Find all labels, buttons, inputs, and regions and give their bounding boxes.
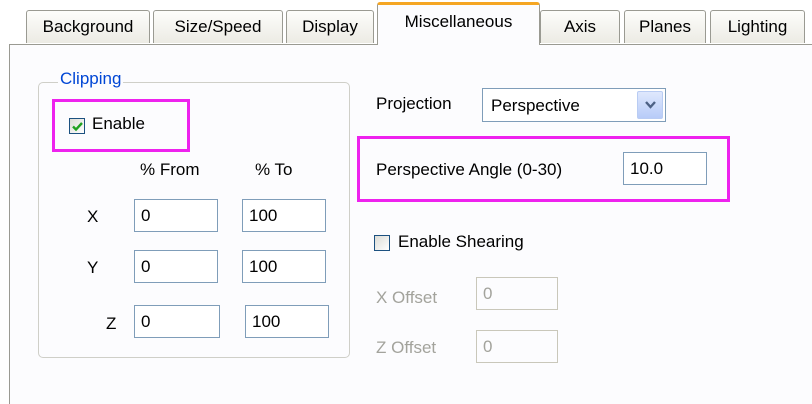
tab-size-speed[interactable]: Size/Speed bbox=[153, 10, 283, 43]
z-offset-input[interactable]: 0 bbox=[476, 330, 558, 363]
column-header-from: % From bbox=[140, 160, 200, 179]
x-offset-label: X Offset bbox=[376, 288, 438, 307]
axis-label-y: Y bbox=[87, 258, 99, 277]
tab-display[interactable]: Display bbox=[286, 10, 374, 43]
enable-shearing-label[interactable]: Enable Shearing bbox=[398, 232, 524, 252]
y-from-input[interactable]: 0 bbox=[134, 250, 218, 283]
x-from-input[interactable]: 0 bbox=[134, 199, 218, 232]
projection-label: Projection bbox=[376, 94, 452, 113]
axis-label-z: Z bbox=[106, 314, 117, 333]
perspective-angle-highlight-box bbox=[357, 136, 730, 202]
z-to-input[interactable]: 100 bbox=[245, 305, 329, 338]
tab-planes[interactable]: Planes bbox=[624, 10, 706, 43]
tab-background[interactable]: Background bbox=[26, 10, 150, 43]
enable-highlight-box bbox=[52, 99, 190, 152]
z-from-input[interactable]: 0 bbox=[134, 305, 220, 338]
projection-select-value: Perspective bbox=[491, 96, 580, 115]
column-header-to: % To bbox=[255, 160, 293, 179]
projection-dropdown-button[interactable] bbox=[637, 91, 663, 119]
tab-strip: Background Size/Speed Display Miscellane… bbox=[0, 0, 812, 45]
y-to-input[interactable]: 100 bbox=[242, 250, 326, 283]
enable-shearing-checkbox[interactable] bbox=[374, 235, 390, 251]
chevron-down-icon bbox=[645, 101, 656, 109]
axis-label-x: X bbox=[87, 207, 99, 226]
tab-lighting[interactable]: Lighting bbox=[710, 10, 805, 43]
projection-select[interactable]: Perspective bbox=[482, 88, 666, 122]
z-offset-label: Z Offset bbox=[376, 338, 437, 357]
clipping-group-title: Clipping bbox=[58, 69, 124, 89]
tab-miscellaneous[interactable]: Miscellaneous bbox=[377, 2, 540, 45]
x-to-input[interactable]: 100 bbox=[242, 199, 326, 232]
x-offset-input[interactable]: 0 bbox=[476, 277, 558, 310]
tab-axis[interactable]: Axis bbox=[540, 10, 620, 43]
